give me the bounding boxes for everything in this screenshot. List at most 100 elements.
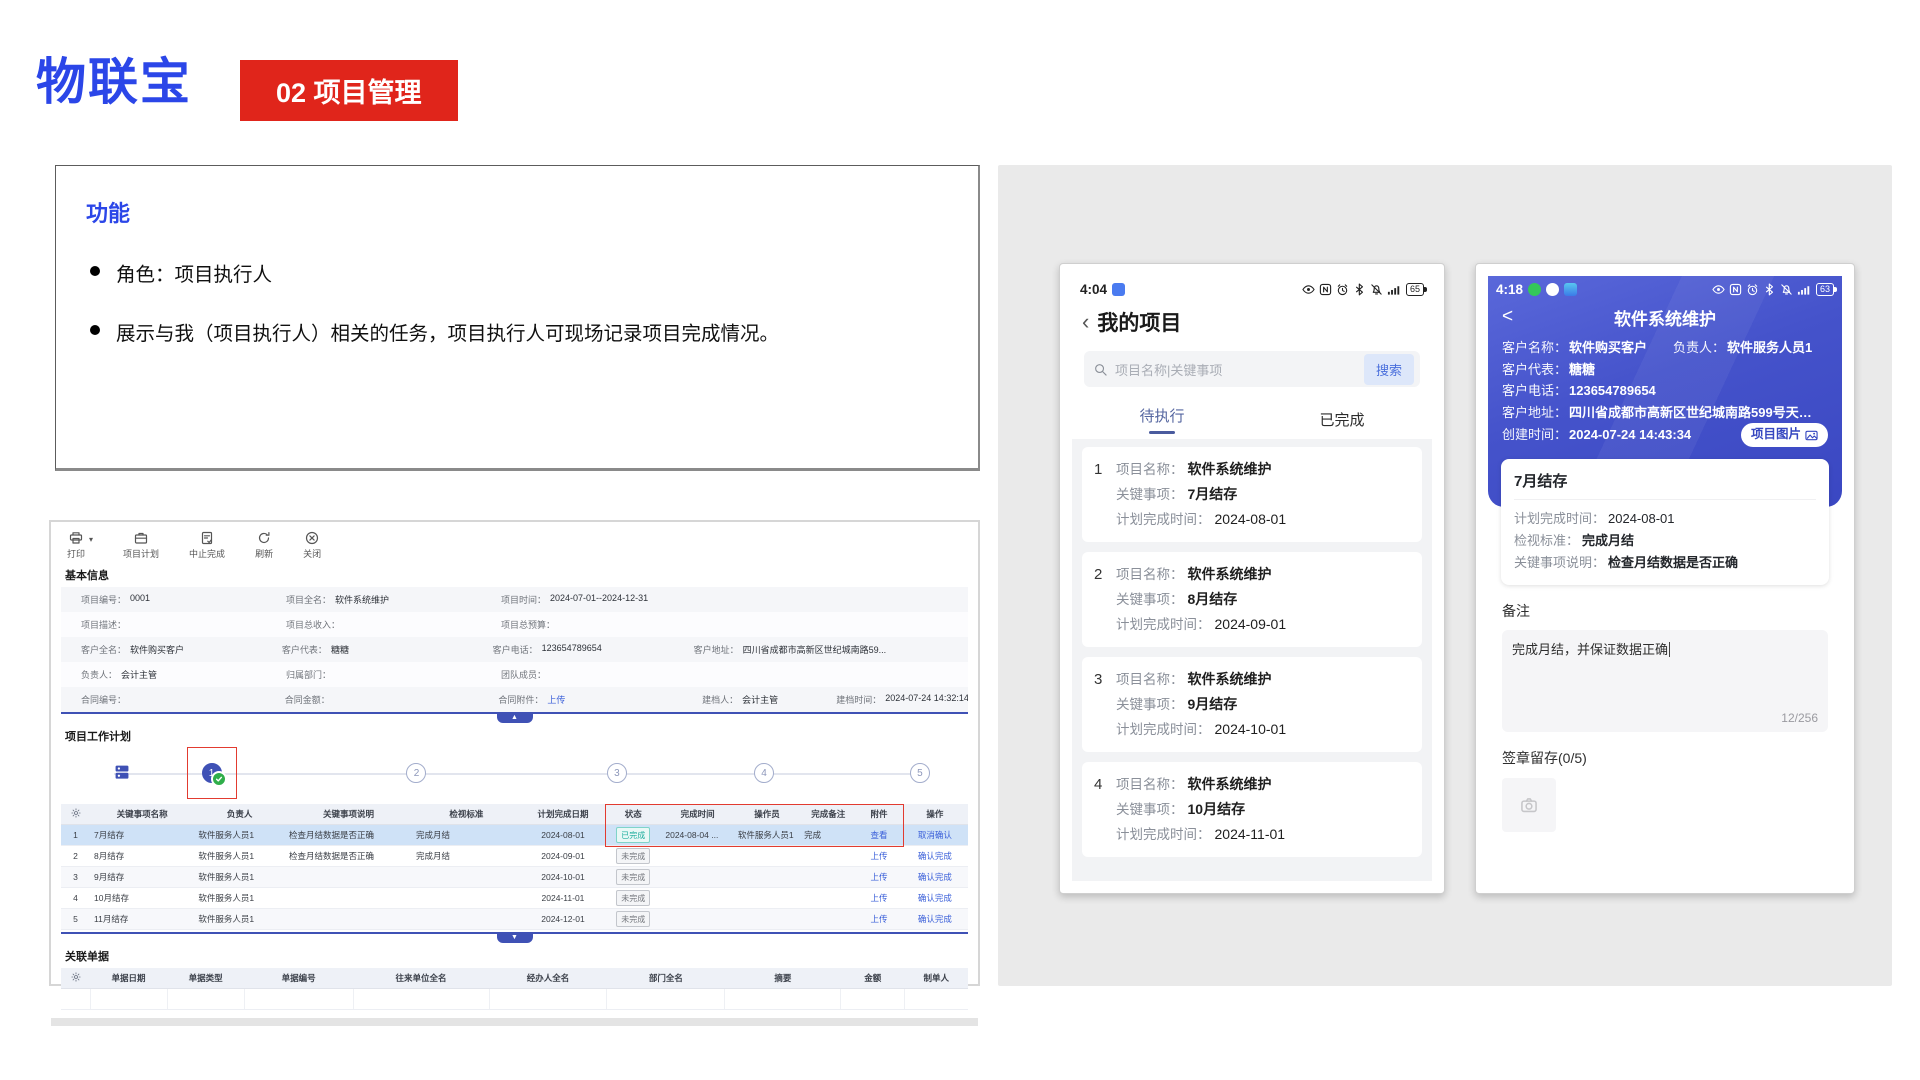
remark-section: 备注 完成月结，并保证数据正确 12/256 bbox=[1502, 601, 1828, 732]
field-label: 客户电话： bbox=[492, 645, 538, 655]
field-value: 软件服务人员1 bbox=[1727, 340, 1813, 355]
step-4[interactable]: 4 bbox=[753, 763, 774, 783]
field-label: 客户代表： bbox=[281, 645, 327, 655]
tab-label: 已完成 bbox=[1319, 411, 1365, 429]
attachment-link[interactable]: 上传 bbox=[871, 872, 888, 882]
column-header: 关键事项说明 bbox=[285, 804, 412, 825]
upload-link[interactable]: 上传 bbox=[547, 693, 565, 706]
field-value: 四川省成都市高新区世纪城南路599号天… bbox=[1569, 404, 1812, 420]
abort-complete-button[interactable]: 中止完成 bbox=[189, 531, 225, 560]
mute-icon bbox=[1780, 283, 1793, 296]
step-3[interactable]: 3 bbox=[606, 763, 627, 783]
signature-section: 签章留存(0/5) bbox=[1502, 748, 1828, 832]
search-placeholder: 项目名称|关键事项 bbox=[1115, 362, 1223, 378]
column-header: 单据日期 bbox=[90, 968, 168, 989]
status-bar: 4:04 65 bbox=[1072, 276, 1432, 299]
project-plan-button[interactable]: 项目计划 bbox=[123, 531, 159, 560]
attachment-link[interactable]: 上传 bbox=[871, 914, 888, 924]
key-item-card: 7月结存 计划完成时间： 2024-08-01 检视标准： 完成月结 关键事项说明：… bbox=[1501, 459, 1829, 585]
signal-icon bbox=[1797, 283, 1810, 296]
field-label: 负责人： bbox=[1673, 340, 1726, 355]
settings-icon[interactable] bbox=[71, 808, 81, 818]
search-button[interactable]: 搜索 bbox=[1363, 353, 1414, 385]
field-value: 会计主管 bbox=[742, 695, 779, 705]
action-link[interactable]: 确认完成 bbox=[918, 851, 952, 861]
field-label: 关键事项： bbox=[1116, 802, 1184, 817]
mobile-preview-panel: 4:04 65 ‹ 我的项目 项目名称|关键事项 搜索 待执行 已完成 1 项目… bbox=[998, 165, 1892, 986]
tab-completed[interactable]: 已完成 bbox=[1252, 399, 1432, 439]
column-header: 完成备注 bbox=[800, 804, 857, 825]
attachment-link[interactable]: 上传 bbox=[871, 851, 888, 861]
project-list-item[interactable]: 4 项目名称： 软件系统维护 关键事项： 10月结存 计划完成时间： 2024-11-0… bbox=[1082, 762, 1422, 857]
field-value: 糖糖 bbox=[330, 645, 349, 655]
task-row[interactable]: 1 7月结存 软件服务人员1 检查月结数据是否正确 完成月结 2024-08-0… bbox=[61, 824, 968, 846]
field-label: 团队成员： bbox=[501, 670, 547, 680]
project-list-item[interactable]: 1 项目名称： 软件系统维护 关键事项： 7月结存 计划完成时间： 2024-08-01 bbox=[1082, 447, 1422, 542]
tab-pending[interactable]: 待执行 bbox=[1072, 399, 1252, 439]
field-value: 四川省成都市高新区世纪城南路59... bbox=[742, 645, 887, 655]
field-label: 项目名称： bbox=[1116, 462, 1184, 477]
close-button[interactable]: 关闭 bbox=[303, 531, 321, 560]
collapse-toggle[interactable]: ▼ bbox=[496, 933, 533, 943]
button-label: 项目图片 bbox=[1750, 427, 1801, 442]
action-link[interactable]: 确认完成 bbox=[918, 914, 952, 924]
action-link[interactable]: 取消确认 bbox=[918, 830, 952, 840]
battery-icon: 63 bbox=[1815, 283, 1837, 296]
task-table: 关键事项名称 负责人 关键事项说明 检视标准 计划完成日期 状态 完成时间 操作… bbox=[61, 804, 968, 930]
signature-title: 签章留存(0/5) bbox=[1502, 750, 1587, 766]
column-header: 完成时间 bbox=[661, 804, 734, 825]
project-list-item[interactable]: 3 项目名称： 软件系统维护 关键事项： 9月结存 计划完成时间： 2024-10-01 bbox=[1082, 657, 1422, 752]
remark-textarea[interactable]: 完成月结，并保证数据正确 12/256 bbox=[1502, 630, 1828, 732]
phone-mockup-project-detail: 4:18 63 < 软件系统维护 客户名称： 软件购买客户 负责人： 软件服务人… bbox=[1475, 263, 1855, 894]
plan-date: 2024-09-01 bbox=[1214, 616, 1287, 632]
task-row[interactable]: 5 11月结存 软件服务人员1 2024-12-01 未完成 上传 确认完成 bbox=[61, 908, 968, 930]
field-label: 项目描述： bbox=[81, 620, 127, 630]
print-button[interactable]: 打印 ▾ bbox=[67, 531, 93, 560]
task-row[interactable]: 3 9月结存 软件服务人员1 2024-10-01 未完成 上传 确认完成 bbox=[61, 866, 968, 888]
field-label: 计划完成时间： bbox=[1116, 722, 1211, 737]
field-label: 项目编号： bbox=[81, 595, 127, 605]
caret-down-icon[interactable]: ▾ bbox=[89, 535, 93, 544]
tab-label: 待执行 bbox=[1139, 407, 1185, 425]
key-item: 8月结存 bbox=[1187, 591, 1238, 607]
field-label: 建档人： bbox=[702, 695, 739, 705]
step-2[interactable]: 2 bbox=[406, 763, 427, 783]
search-input[interactable]: 项目名称|关键事项 搜索 bbox=[1084, 351, 1420, 387]
step-1[interactable]: 1 bbox=[201, 763, 227, 787]
task-row[interactable]: 4 10月结存 软件服务人员1 2024-11-01 未完成 上传 确认完成 bbox=[61, 887, 968, 909]
field-label: 计划完成时间： bbox=[1116, 827, 1211, 842]
task-row[interactable]: 2 8月结存 软件服务人员1 检查月结数据是否正确 完成月结 2024-09-0… bbox=[61, 845, 968, 867]
field-label: 项目名称： bbox=[1116, 777, 1184, 792]
nav-bar: < 软件系统维护 bbox=[1488, 299, 1842, 335]
section-badge: 02 项目管理 bbox=[240, 60, 458, 121]
project-list-item[interactable]: 2 项目名称： 软件系统维护 关键事项： 8月结存 计划完成时间： 2024-09-01 bbox=[1082, 552, 1422, 647]
field-value: 软件系统维护 bbox=[335, 595, 390, 605]
back-chevron-icon[interactable]: < bbox=[1502, 306, 1513, 328]
status-badge: 未完成 bbox=[616, 869, 651, 885]
action-link[interactable]: 确认完成 bbox=[918, 893, 952, 903]
feature-box: 功能 角色：项目执行人 展示与我（项目执行人）相关的任务，项目执行人可现场记录项… bbox=[55, 165, 980, 471]
column-header: 检视标准 bbox=[411, 804, 521, 825]
briefcase-icon bbox=[134, 531, 148, 545]
add-photo-button[interactable] bbox=[1502, 778, 1556, 832]
nfc-icon bbox=[1319, 283, 1332, 296]
attachment-link[interactable]: 上传 bbox=[871, 893, 888, 903]
settings-icon[interactable] bbox=[71, 972, 81, 982]
attachment-link[interactable]: 查看 bbox=[871, 830, 888, 840]
field-label: 计划完成时间： bbox=[1514, 511, 1606, 526]
project-images-button[interactable]: 项目图片 bbox=[1740, 423, 1828, 447]
status-badge: 已完成 bbox=[616, 827, 651, 843]
action-link[interactable]: 确认完成 bbox=[918, 872, 952, 882]
field-value: 0001 bbox=[130, 593, 151, 603]
feature-bullet: 角色：项目执行人 bbox=[86, 258, 948, 287]
refresh-button[interactable]: 刷新 bbox=[255, 531, 273, 560]
field-label: 客户全名： bbox=[81, 645, 127, 655]
collapse-toggle[interactable]: ▲ bbox=[496, 713, 533, 723]
field-label: 计划完成时间： bbox=[1116, 512, 1211, 527]
field-value: 检查月结数据是否正确 bbox=[1608, 555, 1739, 570]
back-chevron-icon[interactable]: ‹ bbox=[1082, 311, 1089, 333]
key-item: 7月结存 bbox=[1187, 486, 1238, 502]
step-5[interactable]: 5 bbox=[909, 763, 930, 783]
column-header: 单据类型 bbox=[167, 968, 245, 989]
empty-row bbox=[61, 988, 968, 1010]
